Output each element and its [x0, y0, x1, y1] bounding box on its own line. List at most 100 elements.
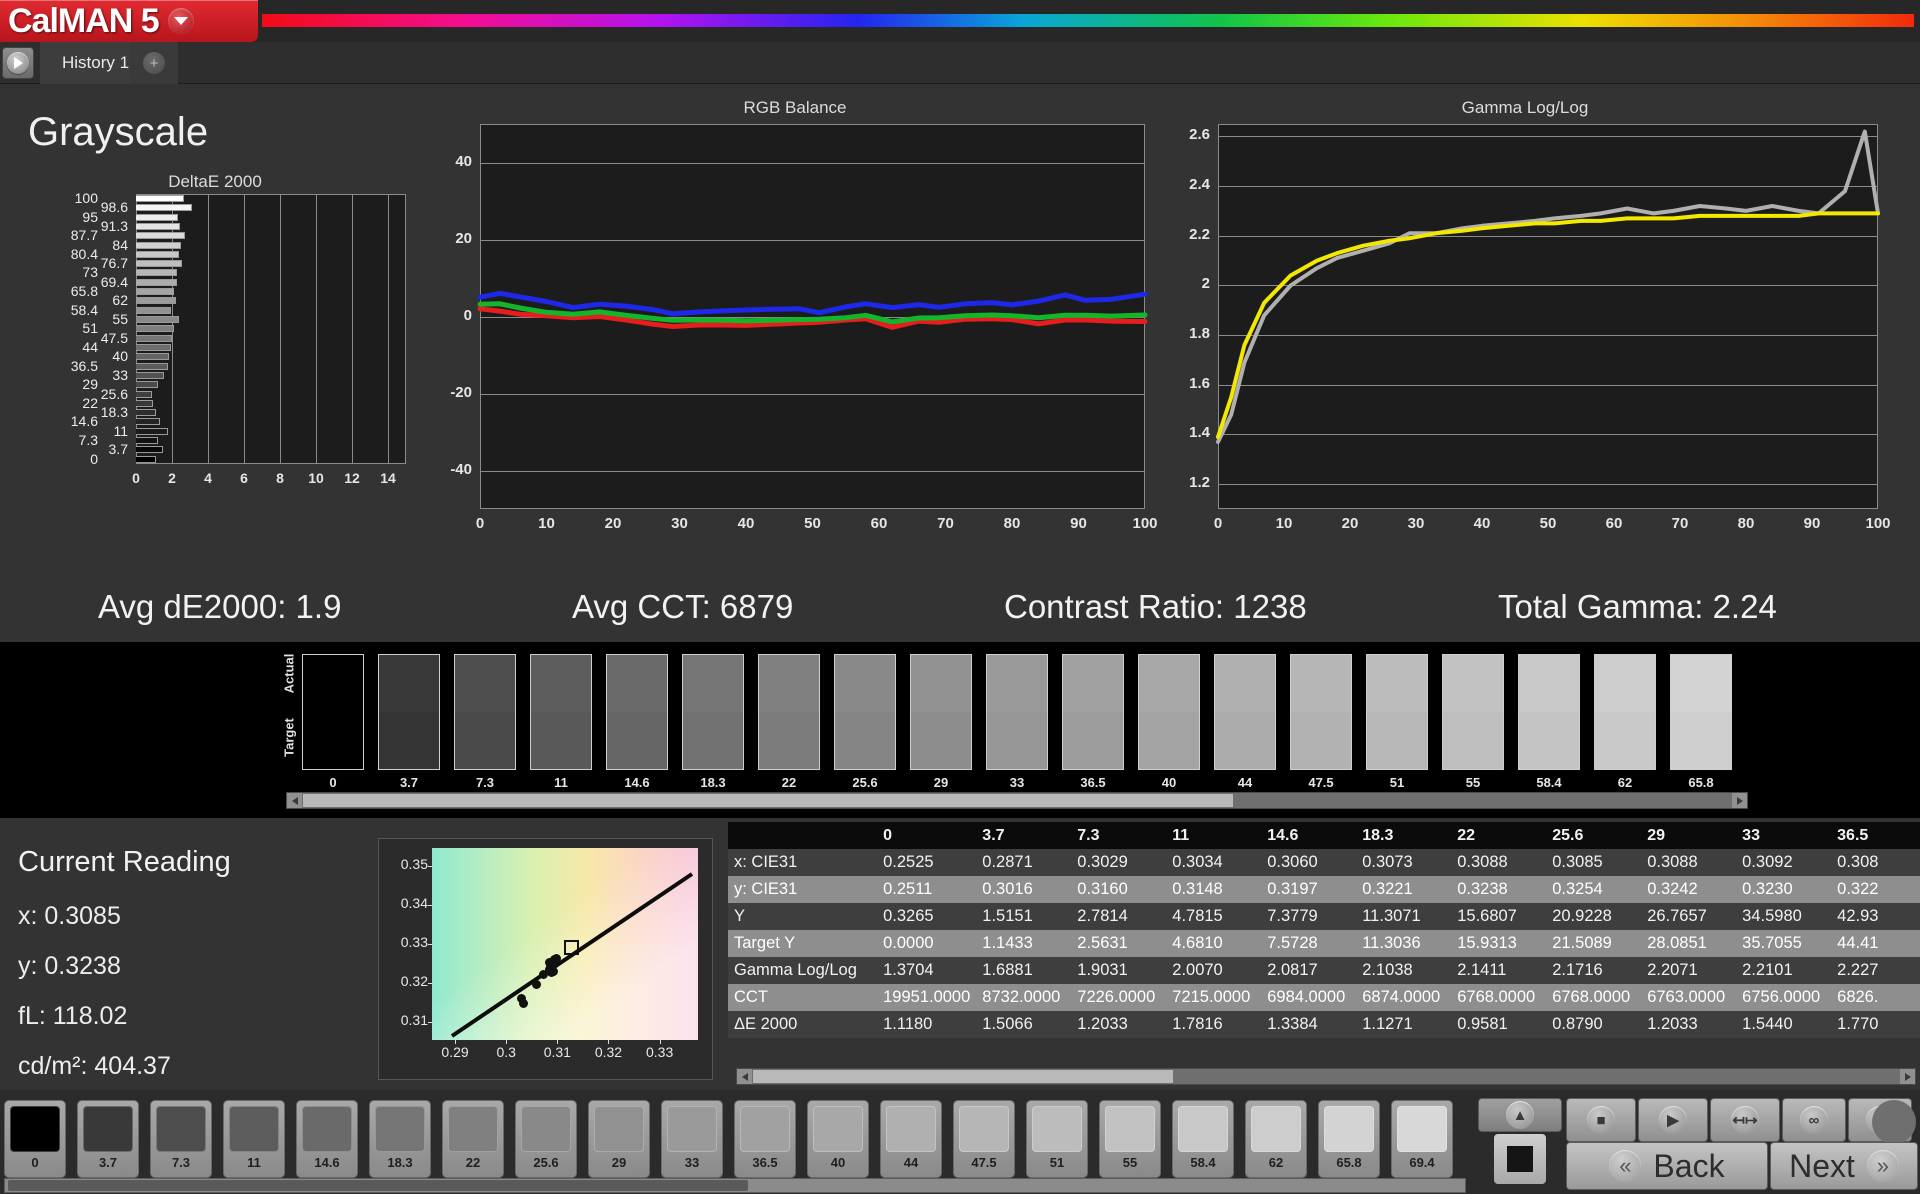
bottom-patch-button[interactable]: 44: [880, 1100, 942, 1178]
patch-actual: [987, 655, 1047, 712]
table-column-header: 3.7: [976, 822, 1072, 849]
patch-swatch[interactable]: [1442, 654, 1504, 770]
scroll-left-icon[interactable]: [737, 1069, 752, 1084]
table-cell: 0.322: [1837, 880, 1879, 898]
status-circle-icon: [1872, 1100, 1916, 1144]
patch-swatch[interactable]: [1518, 654, 1580, 770]
bottom-patch-button[interactable]: 11: [223, 1100, 285, 1178]
back-button[interactable]: « Back: [1566, 1142, 1768, 1190]
x-tick-label: 4: [204, 470, 212, 486]
patch-swatch[interactable]: [378, 654, 440, 770]
bottom-patch-swatch: [302, 1106, 352, 1152]
table-cell: 15.6807: [1457, 907, 1517, 925]
play-arrow-icon: [7, 52, 29, 74]
cie-x-tick: 0.31: [543, 1044, 571, 1060]
table-cell: 20.9228: [1552, 907, 1612, 925]
patch-swatch[interactable]: [1290, 654, 1352, 770]
patch-level-label: 62: [1617, 775, 1633, 790]
scroll-right-icon[interactable]: [1732, 793, 1747, 808]
patch-swatch[interactable]: [530, 654, 592, 770]
bottom-patch-button[interactable]: 29: [588, 1100, 650, 1178]
start-measure-button[interactable]: ▶: [1638, 1098, 1708, 1142]
scroll-thumb[interactable]: [303, 794, 1233, 807]
patch-swatch[interactable]: [302, 654, 364, 770]
x-tick-label: 70: [937, 515, 954, 532]
bottom-patch-button[interactable]: 65.8: [1318, 1100, 1380, 1178]
bottom-patch-button[interactable]: 47.5: [953, 1100, 1015, 1178]
table-cell: 0.3197: [1267, 880, 1318, 898]
brand-dropdown-icon[interactable]: [167, 8, 194, 34]
table-row-label: x: CIE31: [734, 853, 798, 871]
patch-swatch[interactable]: [1366, 654, 1428, 770]
table-cell: 6768.0000: [1552, 988, 1631, 1006]
pattern-window-button[interactable]: [1492, 1132, 1548, 1186]
bottom-patch-button[interactable]: 33: [661, 1100, 723, 1178]
patch-swatch[interactable]: [682, 654, 744, 770]
x-tick-label: 50: [804, 515, 821, 532]
y-tick-label: 2: [1201, 275, 1210, 293]
nav-forward-button[interactable]: [2, 47, 34, 79]
patch-target: [1139, 712, 1199, 769]
bottom-patch-button[interactable]: 69.4: [1391, 1100, 1453, 1178]
x-tick-label: 0: [132, 470, 140, 486]
bottom-patch-swatch: [229, 1106, 279, 1152]
patch-swatch[interactable]: [834, 654, 896, 770]
bottom-patch-label: 62: [1268, 1155, 1284, 1170]
patch-swatch[interactable]: [1594, 654, 1656, 770]
patch-swatch[interactable]: [606, 654, 668, 770]
patch-swatch[interactable]: [1214, 654, 1276, 770]
scroll-thumb[interactable]: [753, 1070, 1173, 1083]
x-tick-label: 90: [1803, 515, 1821, 532]
patch-swatch[interactable]: [1062, 654, 1124, 770]
calman-window: CalMAN 5 History 1 + X-Rite i1Display Re…: [0, 0, 1920, 1194]
x-tick-label: 100: [1132, 515, 1158, 532]
table-cell: 0.3148: [1172, 880, 1223, 898]
gridline: [388, 194, 389, 464]
bottom-patch-button[interactable]: 58.4: [1172, 1100, 1234, 1178]
bottom-patch-button[interactable]: 55: [1099, 1100, 1161, 1178]
bottom-scroll-thumb[interactable]: [8, 1180, 748, 1191]
cie-y-tick: 0.35: [400, 855, 428, 872]
add-tab-button[interactable]: +: [130, 42, 178, 84]
patch-swatch[interactable]: [758, 654, 820, 770]
calman-logo[interactable]: CalMAN 5: [0, 0, 258, 42]
continuous-measure-button[interactable]: ∞: [1782, 1098, 1846, 1142]
stop-measure-button[interactable]: ■: [1566, 1098, 1636, 1142]
table-cell: 0.3029: [1077, 853, 1128, 871]
table-cell: 0.3034: [1172, 853, 1223, 871]
bottom-patch-button[interactable]: 18.3: [369, 1100, 431, 1178]
patch-swatch[interactable]: [454, 654, 516, 770]
scroll-right-icon[interactable]: [1900, 1069, 1915, 1084]
table-cell: 11.3036: [1362, 934, 1421, 952]
deltae-category-label: 100: [74, 190, 98, 206]
bottom-patch-button[interactable]: 40: [807, 1100, 869, 1178]
bottom-patch-button[interactable]: 0: [4, 1100, 66, 1178]
x-tick-label: 70: [1671, 515, 1689, 532]
patch-target: [911, 712, 971, 769]
scroll-left-icon[interactable]: [287, 793, 302, 808]
table-cell: 0.3016: [982, 880, 1033, 898]
x-tick-label: 12: [344, 470, 360, 486]
bottom-patch-button[interactable]: 62: [1245, 1100, 1307, 1178]
bottom-patch-label: 25.6: [533, 1155, 559, 1170]
bottom-patch-button[interactable]: 14.6: [296, 1100, 358, 1178]
bottom-patch-button[interactable]: 7.3: [150, 1100, 212, 1178]
bottom-patch-button[interactable]: 25.6: [515, 1100, 577, 1178]
next-button[interactable]: Next »: [1770, 1142, 1918, 1190]
expand-pattern-button[interactable]: ▲: [1478, 1098, 1562, 1132]
patch-swatch[interactable]: [986, 654, 1048, 770]
patch-strip-scrollbar[interactable]: [286, 792, 1748, 809]
patch-level-label: 51: [1389, 775, 1405, 790]
patch-swatch[interactable]: [1138, 654, 1200, 770]
bottom-patch-button[interactable]: 22: [442, 1100, 504, 1178]
title-bar: CalMAN 5: [0, 0, 1920, 42]
table-scrollbar[interactable]: [736, 1068, 1916, 1085]
table-row-label: Y: [734, 907, 746, 925]
bottom-patch-button[interactable]: 36.5: [734, 1100, 796, 1178]
single-measure-button[interactable]: ↤↦: [1710, 1098, 1780, 1142]
bottom-patch-button[interactable]: 51: [1026, 1100, 1088, 1178]
patch-swatch[interactable]: [1670, 654, 1732, 770]
bottom-patch-button[interactable]: 3.7: [77, 1100, 139, 1178]
table-row: y: CIE31 0.2511 0.3016 0.3160 0.3148 0.3197 0.…: [728, 876, 1920, 903]
patch-swatch[interactable]: [910, 654, 972, 770]
